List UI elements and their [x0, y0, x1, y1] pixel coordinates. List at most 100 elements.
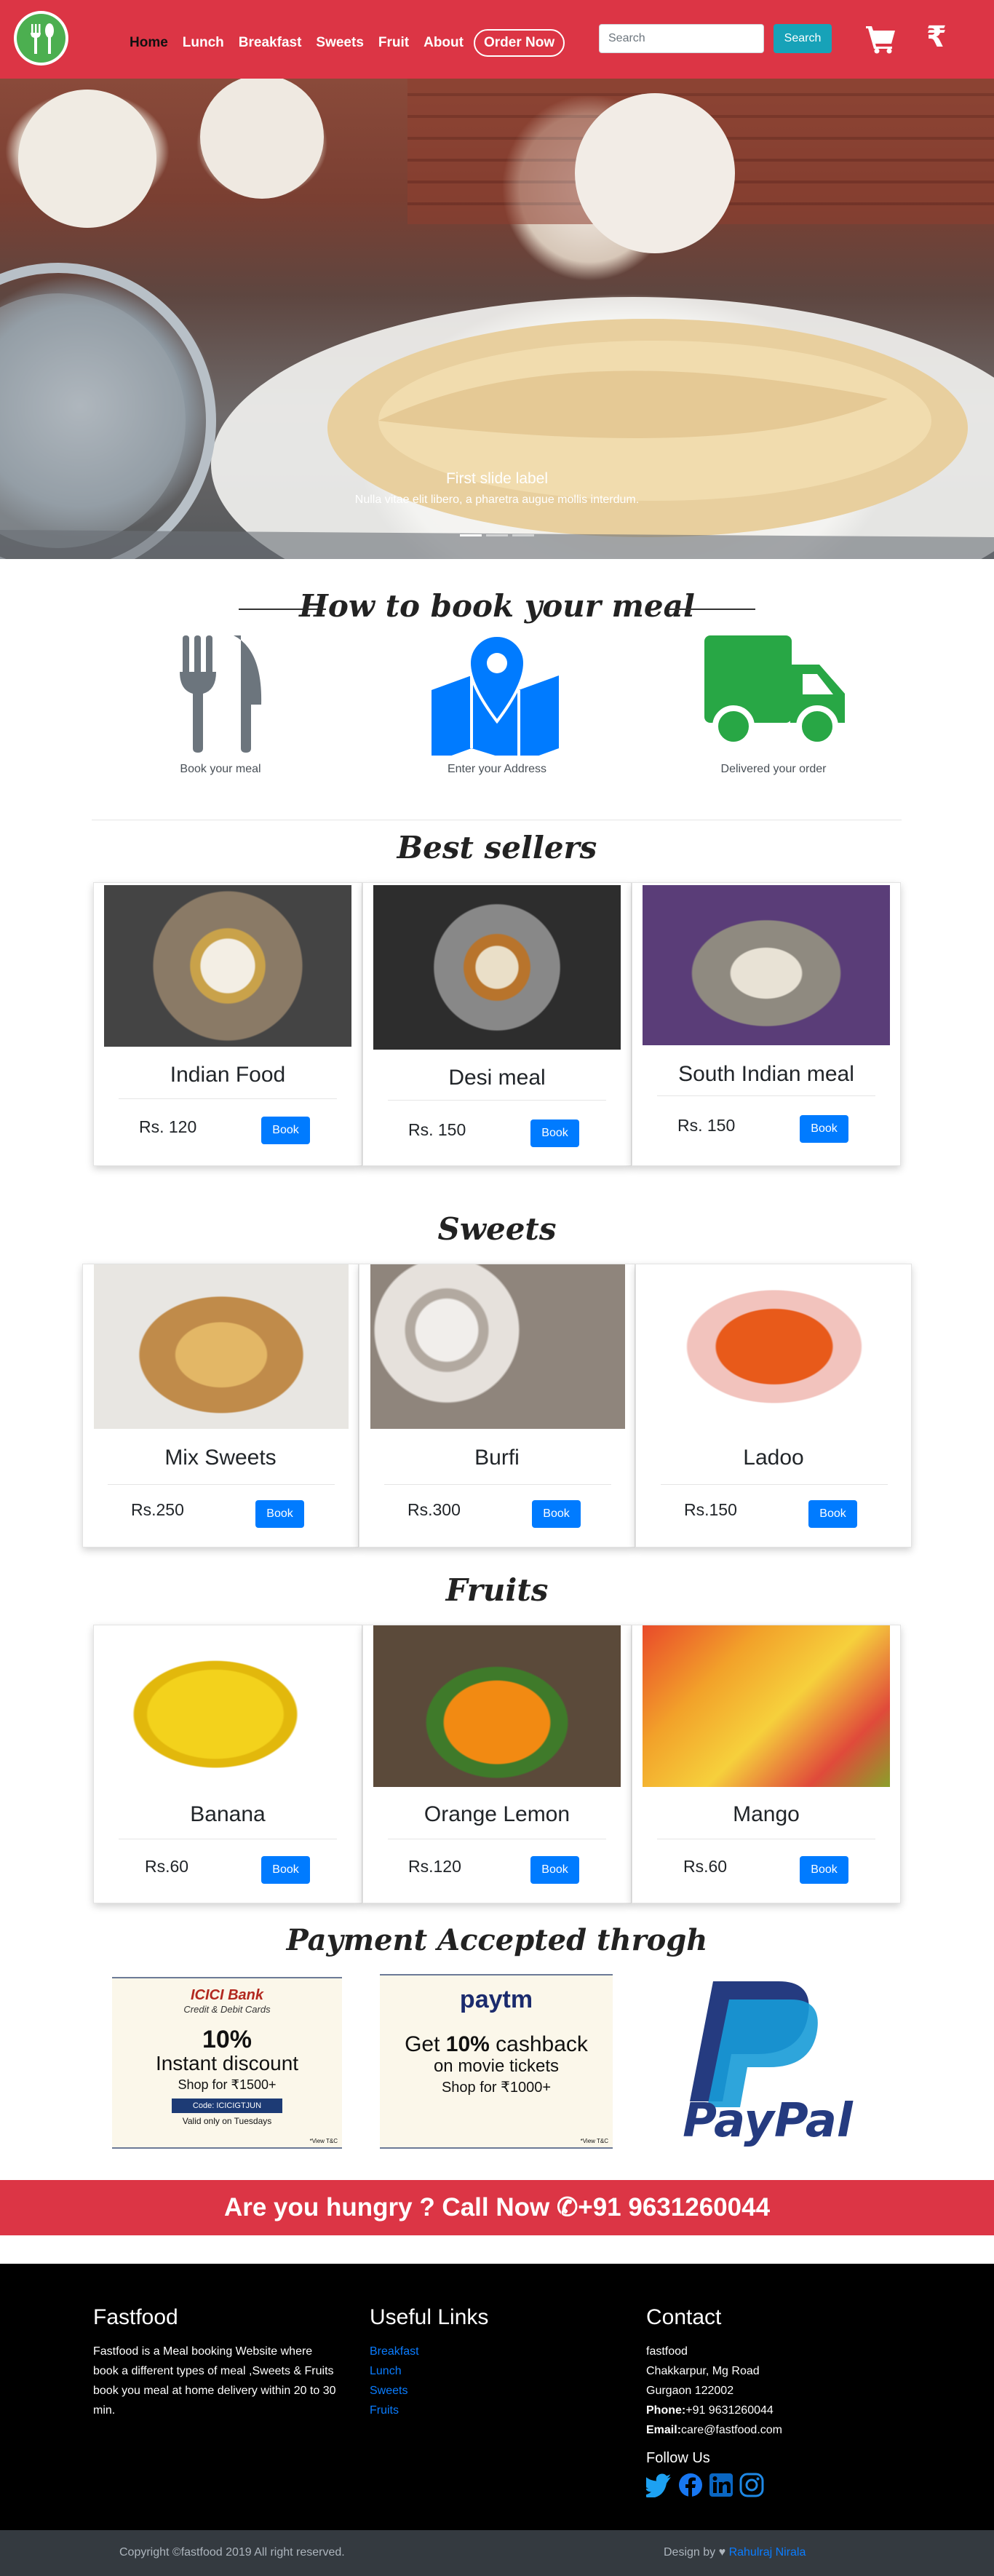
twitter-icon[interactable] [646, 2473, 672, 2497]
fork-knife-icon [180, 635, 262, 753]
footer-link-sweets[interactable]: Sweets [370, 2385, 407, 2397]
product-name: South Indian meal [678, 1062, 854, 1086]
paytm-get: Get [405, 2032, 440, 2056]
product-card: Mango Rs.60 Book [632, 1625, 901, 1903]
map-marker-icon [432, 633, 559, 763]
carousel-indicator-3[interactable] [512, 534, 534, 536]
product-price: Rs.60 [145, 1857, 189, 1876]
product-image-burfi[interactable] [370, 1264, 625, 1429]
product-price: Rs. 150 [677, 1116, 736, 1135]
book-button[interactable]: Book [800, 1856, 848, 1884]
product-name: Ladoo [743, 1446, 804, 1470]
icici-valid: Valid only on Tuesdays [182, 2116, 272, 2126]
search-input[interactable] [599, 24, 764, 53]
paytm-offer-card[interactable]: paytm Get 10% cashback on movie tickets … [380, 1974, 613, 2149]
icici-code: Code: ICICIGTJUN [172, 2099, 282, 2113]
product-image-south-indian-meal[interactable] [643, 885, 890, 1045]
follow-us-label: Follow Us [646, 2450, 710, 2466]
facebook-icon[interactable] [678, 2473, 703, 2497]
book-button[interactable]: Book [261, 1856, 310, 1884]
footer: Fastfood Fastfood is a Meal booking Webs… [0, 2264, 994, 2530]
contact-line: Gurgaon 122002 [646, 2385, 734, 2397]
product-card: Burfi Rs.300 Book [359, 1264, 635, 1547]
product-price: Rs.120 [408, 1857, 461, 1876]
hero-caption-text: Nulla vitae elit libero, a pharetra augu… [354, 494, 640, 506]
product-image-indian-food[interactable] [104, 885, 351, 1047]
email-value: care@fastfood.com [681, 2424, 782, 2436]
hero-caption-title: First slide label [445, 470, 549, 487]
book-button[interactable]: Book [800, 1115, 848, 1143]
product-image-banana[interactable] [104, 1625, 351, 1787]
how-to-book-title: How to book your meal [299, 588, 695, 624]
footer-link-fruits[interactable]: Fruits [370, 2404, 399, 2417]
icici-instant: Instant discount [155, 2052, 299, 2074]
contact-phone: Phone:+91 9631260044 [646, 2401, 886, 2420]
hero-caption: First slide label Nulla vitae elit liber… [0, 470, 994, 507]
sweets-title: Sweets [437, 1211, 557, 1247]
footer-contact-title: Contact [646, 2305, 722, 2329]
nav-fruit[interactable]: Fruit [378, 35, 409, 51]
order-now-button[interactable]: Order Now [473, 29, 565, 57]
paytm-headline: Get 10% cashback [380, 2033, 613, 2056]
paytm-percent: 10% [445, 2032, 490, 2056]
author-link[interactable]: Rahulraj Nirala [729, 2546, 806, 2559]
product-image-desi-meal[interactable] [373, 885, 621, 1050]
footer-link-breakfast[interactable]: Breakfast [370, 2345, 419, 2358]
paypal-wordmark: PayPal [683, 2094, 853, 2148]
nav-about[interactable]: About [424, 35, 464, 51]
card-divider [388, 1100, 606, 1101]
fruits-title: Fruits [445, 1572, 549, 1608]
step-label: Delivered your order [720, 763, 827, 775]
book-button[interactable]: Book [530, 1856, 579, 1884]
nav-home[interactable]: Home [130, 35, 168, 51]
footer-contact: Contact fastfood Chakkarpur, Mg Road Gur… [646, 2305, 886, 2497]
copyright-text: Copyright ©fastfood 2019 All right reser… [119, 2546, 345, 2559]
product-price: Rs.300 [407, 1500, 461, 1519]
paytm-movie: on movie tickets [433, 2056, 560, 2076]
sweets-row: Mix Sweets Rs.250 Book Burfi Rs.300 Book… [82, 1264, 912, 1547]
product-image-mango[interactable] [643, 1625, 890, 1787]
truck-icon [704, 635, 845, 748]
carousel-indicator-2[interactable] [486, 534, 508, 536]
best-sellers-title: Best sellers [397, 830, 597, 865]
navbar: Home Lunch Breakfast Sweets Fruit About … [0, 0, 994, 79]
carousel-indicator-1[interactable] [460, 534, 482, 536]
contact-email: Email:care@fastfood.com [646, 2420, 886, 2440]
nav-breakfast[interactable]: Breakfast [239, 35, 302, 51]
paytm-tc: *View T&C [580, 2138, 608, 2144]
footer-about-title: Fastfood [93, 2305, 178, 2329]
product-card: South Indian meal Rs. 150 Book [632, 882, 901, 1166]
social-icons [646, 2473, 886, 2497]
paytm-shop: Shop for ₹1000+ [441, 2080, 552, 2096]
cart-icon[interactable] [865, 25, 897, 54]
call-phone[interactable]: +91 9631260044 [578, 2193, 770, 2222]
book-button[interactable]: Book [261, 1117, 310, 1144]
logo[interactable] [14, 11, 68, 66]
product-image-ladoo[interactable] [647, 1264, 902, 1429]
nav-lunch[interactable]: Lunch [183, 35, 224, 51]
linkedin-icon[interactable] [709, 2473, 733, 2497]
instagram-icon[interactable] [739, 2473, 764, 2497]
email-label: Email: [646, 2424, 682, 2436]
product-name: Indian Food [170, 1063, 286, 1087]
product-image-orange-lemon[interactable] [373, 1625, 621, 1787]
step-label: Enter your Address [447, 763, 547, 775]
product-name: Banana [190, 1802, 266, 1826]
paypal-logo[interactable]: PayPal [648, 1974, 888, 2149]
book-button[interactable]: Book [255, 1500, 304, 1528]
hero-carousel[interactable]: First slide label Nulla vitae elit liber… [0, 79, 994, 559]
design-credit: Design by ♥ Rahulraj Nirala [664, 2546, 806, 2559]
footer-link-lunch[interactable]: Lunch [370, 2365, 402, 2377]
product-card: Mix Sweets Rs.250 Book [82, 1264, 359, 1547]
book-button[interactable]: Book [808, 1500, 857, 1528]
call-now-banner[interactable]: Are you hungry ? Call Now ✆+91 963126004… [0, 2180, 994, 2235]
product-image-mix-sweets[interactable] [94, 1264, 349, 1429]
book-button[interactable]: Book [530, 1119, 579, 1147]
search-button[interactable]: Search [774, 24, 832, 53]
footer-links: Useful Links Breakfast Lunch Sweets Frui… [370, 2305, 588, 2420]
rupee-icon[interactable]: ₹ [926, 20, 947, 54]
nav-sweets[interactable]: Sweets [316, 35, 363, 51]
book-button[interactable]: Book [532, 1500, 581, 1528]
how-to-book-steps: Book your meal Enter your Address Delive… [0, 632, 994, 775]
icici-offer-card[interactable]: ICICI Bank Credit & Debit Cards 10% Inst… [112, 1977, 342, 2149]
